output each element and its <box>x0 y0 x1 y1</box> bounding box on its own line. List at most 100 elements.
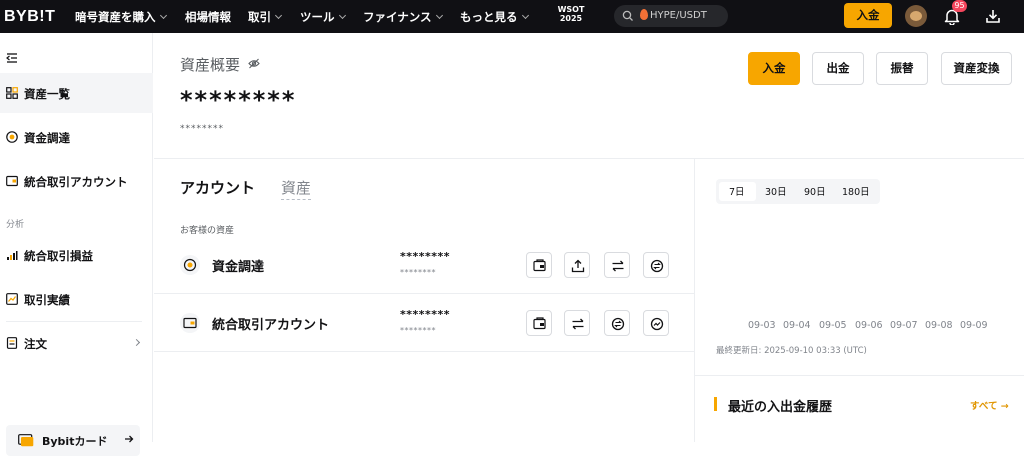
trade-action-button[interactable] <box>643 310 669 336</box>
event-logo-line1: WSOT <box>557 5 585 14</box>
history-accent-bar <box>714 397 717 411</box>
nav-finance[interactable]: ファイナンス <box>363 9 443 25</box>
period-option-180d[interactable]: 180日 <box>842 184 870 198</box>
nav-label: ツール <box>300 10 335 24</box>
search-bar[interactable]: HYPE/USDT <box>614 5 728 27</box>
nav-trade[interactable]: 取引 <box>248 9 283 25</box>
account-row-funding[interactable]: 資金調達 ******** ******** <box>154 237 694 293</box>
deposit-action-button[interactable] <box>526 310 552 336</box>
asset-trend-chart <box>734 203 1004 313</box>
chevron-down-icon <box>338 11 346 20</box>
deposit-button[interactable]: 入金 <box>748 52 800 85</box>
arrow-right-icon <box>125 435 134 443</box>
last-updated-text: 最終更新日: 2025-09-10 03:33 (UTC) <box>716 346 867 356</box>
deposit-action-button[interactable] <box>526 252 552 278</box>
bar-chart-icon <box>7 251 18 260</box>
transfer-button[interactable]: 振替 <box>876 52 928 85</box>
convert-action-button[interactable] <box>604 310 630 336</box>
transfer-icon <box>572 318 584 330</box>
sidebar: 資産一覧 資金調達 統合取引アカウント 分析 統合取引損益 取引実績 注文 By… <box>0 33 153 456</box>
account-balance-sub: ******** <box>400 326 436 335</box>
nav-buy-crypto[interactable]: 暗号資産を購入 <box>75 9 167 25</box>
arrow-right-icon: → <box>1000 401 1009 412</box>
nav-more[interactable]: もっと見る <box>460 9 529 25</box>
notification-badge: 95 <box>952 0 967 12</box>
withdraw-action-button[interactable] <box>564 252 590 278</box>
nav-markets[interactable]: 相場情報 <box>185 9 231 25</box>
x-tick-label: 09-06 <box>855 320 883 331</box>
trend-icon <box>650 317 664 331</box>
x-tick-label: 09-04 <box>783 320 811 331</box>
collapse-sidebar-icon[interactable] <box>6 53 18 63</box>
period-option-30d[interactable]: 30日 <box>765 184 787 198</box>
bybit-card-label: Bybitカード <box>42 435 108 448</box>
sidebar-item-unified-pnl[interactable]: 統合取引損益 <box>0 235 153 275</box>
main-content: 資産概要 ******** ******** 入金 出金 振替 資産変換 アカウ… <box>154 33 1024 442</box>
hot-fire-icon <box>640 9 648 20</box>
tab-assets[interactable]: 資産 <box>281 177 312 200</box>
row-divider <box>154 351 694 352</box>
nav-label: 取引 <box>248 10 271 24</box>
nav-label: 相場情報 <box>185 10 231 24</box>
account-balance: ******** <box>400 308 451 321</box>
sidebar-item-label: 統合取引アカウント <box>24 175 128 189</box>
search-icon <box>622 10 633 21</box>
bybit-logo[interactable]: BYB!T <box>4 8 55 26</box>
tab-accounts[interactable]: アカウント <box>180 177 255 198</box>
history-divider <box>695 375 1024 376</box>
eye-slash-icon[interactable] <box>248 58 260 69</box>
nav-label: もっと見る <box>460 10 518 24</box>
nav-label: ファイナンス <box>363 10 432 24</box>
account-balance-sub: ******** <box>400 268 436 277</box>
sidebar-item-label: 資産一覧 <box>24 87 70 101</box>
sidebar-item-asset-list[interactable]: 資産一覧 <box>0 73 153 113</box>
view-all-label: すべて <box>970 401 998 412</box>
x-tick-label: 09-07 <box>890 320 918 331</box>
period-option-7d[interactable]: 7日 <box>729 184 745 198</box>
convert-button[interactable]: 資産変換 <box>941 52 1012 85</box>
nav-tools[interactable]: ツール <box>300 9 346 25</box>
document-icon <box>6 337 18 349</box>
your-assets-label: お客様の資産 <box>180 226 235 236</box>
sidebar-item-label: 注文 <box>24 337 47 351</box>
section-divider <box>154 158 1024 159</box>
chevron-down-icon <box>435 11 443 20</box>
transfer-action-button[interactable] <box>564 310 590 336</box>
panel-divider <box>694 158 695 442</box>
header-deposit-button[interactable]: 入金 <box>844 3 892 28</box>
account-balance: ******** <box>400 250 451 263</box>
sidebar-item-unified-trading[interactable]: 統合取引アカウント <box>0 161 153 201</box>
sidebar-section-analysis: 分析 <box>6 220 25 230</box>
account-row-unified-trading[interactable]: 統合取引アカウント ******** ******** <box>154 295 694 351</box>
sidebar-item-label: 資金調達 <box>24 131 70 145</box>
recent-history-title: 最近の入出金履歴 <box>728 400 833 415</box>
sidebar-item-trading-performance[interactable]: 取引実績 <box>0 279 153 319</box>
sidebar-item-funding[interactable]: 資金調達 <box>0 117 153 157</box>
logo-text: BYB!T <box>4 8 56 25</box>
download-icon[interactable] <box>985 8 1001 24</box>
x-tick-label: 09-08 <box>925 320 953 331</box>
convert-action-button[interactable] <box>643 252 669 278</box>
wallet-icon <box>6 175 18 187</box>
period-option-90d[interactable]: 90日 <box>804 184 826 198</box>
deposit-icon <box>533 259 546 272</box>
x-tick-label: 09-05 <box>819 320 847 331</box>
event-logo-line2: 2025 <box>559 14 583 23</box>
sidebar-item-orders[interactable]: 注文 <box>0 323 153 363</box>
card-icon <box>18 434 34 447</box>
chevron-down-icon <box>159 11 167 20</box>
sidebar-item-label: 取引実績 <box>24 293 70 307</box>
coin-icon <box>6 131 18 143</box>
deposit-icon <box>533 317 546 330</box>
transfer-icon <box>612 260 624 272</box>
bybit-card-button[interactable]: Bybitカード <box>6 425 140 456</box>
transfer-action-button[interactable] <box>604 252 630 278</box>
chevron-down-icon <box>521 11 529 20</box>
wsot-event-logo[interactable]: WSOT 2025 <box>547 5 595 23</box>
sidebar-divider <box>6 321 142 322</box>
convert-icon <box>611 317 625 331</box>
upload-icon <box>571 259 585 273</box>
view-all-link[interactable]: すべて → <box>970 398 1009 412</box>
avatar[interactable] <box>905 5 927 27</box>
withdraw-button[interactable]: 出金 <box>812 52 864 85</box>
